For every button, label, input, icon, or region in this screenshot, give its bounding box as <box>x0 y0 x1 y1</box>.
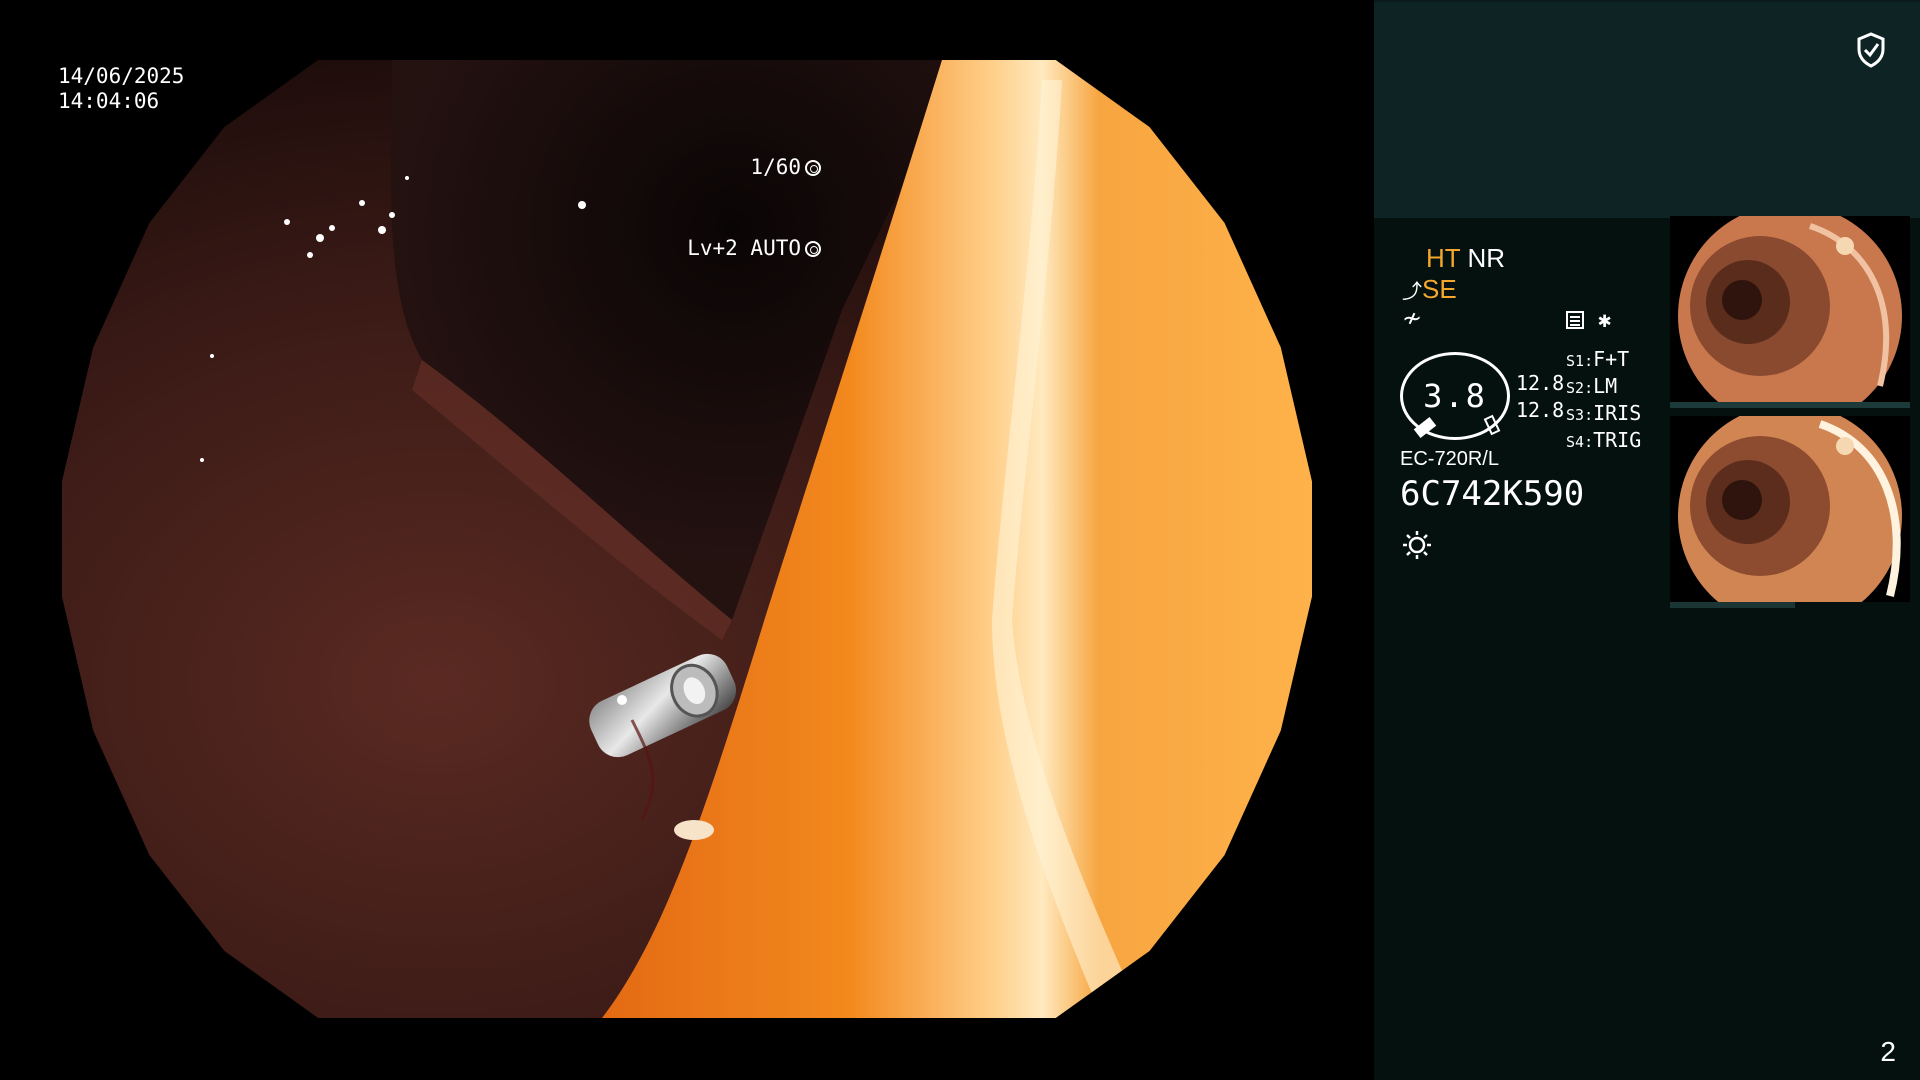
switch-key: S1 <box>1566 352 1585 370</box>
iris-row: Lv+2 AUTO <box>687 235 821 262</box>
thumbnail-bar <box>1670 402 1910 408</box>
dial-value: 3.8 <box>1423 377 1487 415</box>
info-panel: HT NR ⤴SE ≁ ✱ 3.8 12.8 12.8 S1:F+T S2:LM… <box>1374 0 1920 1080</box>
flex-icon: ≁ <box>1402 305 1423 332</box>
captured-thumbnail[interactable] <box>1670 216 1910 402</box>
switch-value: IRIS <box>1593 401 1642 425</box>
panel-header <box>1374 0 1920 218</box>
switch-value: TRIG <box>1593 428 1642 452</box>
scope-model: EC-720R/L <box>1400 448 1499 470</box>
iris-mode: AUTO <box>750 236 801 260</box>
light-icon <box>1403 531 1431 559</box>
switch-row: S3:IRIS <box>1566 401 1642 425</box>
scope-icon: ⤴ <box>1402 281 1422 303</box>
thumbnail-bar <box>1670 602 1795 608</box>
page-number: 2 <box>1880 1036 1896 1067</box>
se-label: SE <box>1422 274 1457 304</box>
brightness-dial: 3.8 <box>1400 352 1510 440</box>
switch-value: F+T <box>1593 347 1630 371</box>
iris-icon <box>805 241 821 257</box>
dial-right-marker <box>1483 414 1501 436</box>
scope-serial: 6C742K590 <box>1400 474 1585 514</box>
video-area: 14/06/2025 14:04:06 1/60 Lv+2 AUTO <box>0 0 1374 1080</box>
nr-label: NR <box>1467 243 1505 273</box>
switch-key: S3 <box>1566 406 1585 424</box>
switch-key: S4 <box>1566 433 1585 451</box>
switch-row: S2:LM <box>1566 374 1618 398</box>
captured-thumbnail[interactable] <box>1670 416 1910 602</box>
value-2: 12.8 <box>1516 398 1565 422</box>
shutter-row: 1/60 <box>687 154 821 181</box>
shutter-icon <box>805 160 821 176</box>
shutter-speed: 1/60 <box>750 155 801 179</box>
shield-check-icon[interactable] <box>1856 32 1886 68</box>
dial-left-marker <box>1413 417 1437 438</box>
ht-nr-row: HT NR <box>1426 243 1505 274</box>
switch-value: LM <box>1593 374 1618 398</box>
value-1: 12.8 <box>1516 371 1565 395</box>
time-text: 14:04:06 <box>58 89 160 113</box>
exposure-info: 1/60 Lv+2 AUTO <box>687 100 821 316</box>
thumbnail-image <box>1670 216 1910 402</box>
se-row: ⤴SE <box>1402 274 1457 305</box>
ht-label: HT <box>1426 243 1461 273</box>
memo-icon <box>1566 311 1584 329</box>
brightness-level: Lv+2 <box>687 236 738 260</box>
thumbnail-image <box>1670 416 1910 602</box>
value-column: 12.8 12.8 <box>1516 370 1564 424</box>
timestamp: 14/06/2025 14:04:06 <box>58 64 184 114</box>
switch-list: S1:F+T S2:LM S3:IRIS S4:TRIG <box>1566 347 1641 455</box>
memo-row: ✱ <box>1566 308 1611 333</box>
switch-key: S2 <box>1566 379 1585 397</box>
date-text: 14/06/2025 <box>58 64 185 88</box>
switch-row: S1:F+T <box>1566 347 1630 371</box>
star-icon: ✱ <box>1598 308 1612 333</box>
switch-row: S4:TRIG <box>1566 428 1642 452</box>
